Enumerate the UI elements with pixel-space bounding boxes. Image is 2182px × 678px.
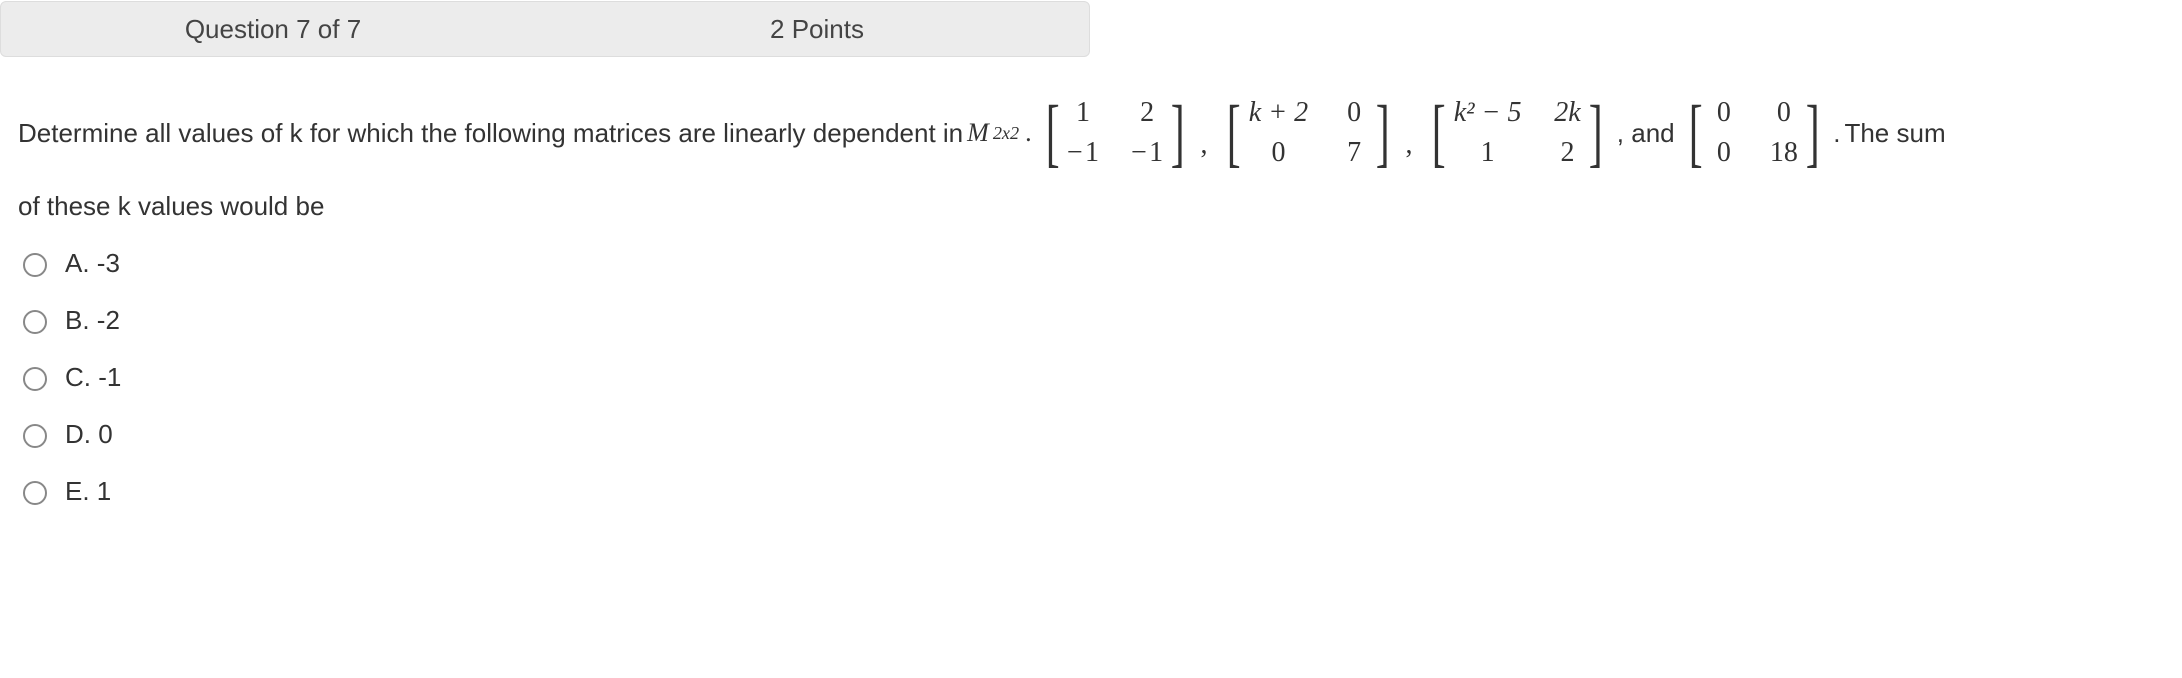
option-b-label: B. -2 (65, 305, 120, 336)
right-bracket-icon: ] (1589, 103, 1603, 163)
matrix-4: [ 0 0 0 18 ] (1683, 97, 1826, 169)
right-bracket-icon: ] (1171, 103, 1185, 163)
matrix-cell: 2k (1553, 97, 1581, 129)
option-e-radio[interactable] (23, 481, 47, 505)
matrix-2: [ k + 2 0 0 7 ] (1221, 97, 1395, 169)
matrix-cell: 7 (1340, 137, 1368, 169)
option-c-radio[interactable] (23, 367, 47, 391)
matrix-cell: 0 (1249, 137, 1308, 169)
right-bracket-icon: ] (1376, 103, 1390, 163)
matrix-cell: k² − 5 (1454, 97, 1522, 129)
matrix-cell: 0 (1770, 97, 1798, 129)
matrix-cell: 0 (1340, 97, 1368, 129)
space-symbol: M (967, 118, 989, 148)
matrix-cell: − 1 (1131, 137, 1163, 169)
question-tail: The sum (1844, 118, 1945, 149)
matrix-cell: 18 (1770, 137, 1798, 169)
option-a-label: A. -3 (65, 248, 120, 279)
matrix-cell: − 1 (1067, 137, 1099, 169)
question-points: 2 Points (545, 14, 1089, 45)
option-b[interactable]: B. -2 (18, 305, 2162, 336)
left-bracket-icon: [ (1045, 103, 1059, 163)
matrix-cell: 1 (1067, 97, 1099, 129)
option-e[interactable]: E. 1 (18, 476, 2162, 507)
and-text: , and (1617, 118, 1675, 149)
question-line-2: of these k values would be (18, 191, 2162, 222)
separator-comma: , (1405, 129, 1412, 169)
option-d[interactable]: D. 0 (18, 419, 2162, 450)
matrix-1: [ 1 2 − 1 − 1 ] (1040, 97, 1191, 169)
options-group: A. -3 B. -2 C. -1 D. 0 E. 1 (18, 248, 2162, 507)
space-dot: . (1025, 118, 1032, 148)
separator-comma: , (1200, 129, 1207, 169)
left-bracket-icon: [ (1432, 103, 1446, 163)
period: . (1833, 118, 1840, 149)
question-number: Question 7 of 7 (1, 14, 545, 45)
option-a[interactable]: A. -3 (18, 248, 2162, 279)
option-d-radio[interactable] (23, 424, 47, 448)
matrix-3: [ k² − 5 2k 1 2 ] (1426, 97, 1608, 169)
right-bracket-icon: ] (1806, 103, 1820, 163)
question-text-pre: Determine all values of k for which the … (18, 118, 963, 149)
left-bracket-icon: [ (1227, 103, 1241, 163)
option-e-label: E. 1 (65, 476, 111, 507)
question-body: Determine all values of k for which the … (0, 57, 2180, 507)
question-line-1: Determine all values of k for which the … (18, 97, 2162, 169)
matrix-cell: k + 2 (1249, 97, 1308, 129)
matrix-cell: 1 (1454, 137, 1522, 169)
matrix-cell: 0 (1710, 137, 1738, 169)
option-a-radio[interactable] (23, 253, 47, 277)
space-subscript: 2x2 (993, 123, 1019, 144)
left-bracket-icon: [ (1688, 103, 1702, 163)
option-b-radio[interactable] (23, 310, 47, 334)
option-c[interactable]: C. -1 (18, 362, 2162, 393)
matrix-cell: 0 (1710, 97, 1738, 129)
matrix-cell: 2 (1131, 97, 1163, 129)
option-d-label: D. 0 (65, 419, 113, 450)
matrix-cell: 2 (1553, 137, 1581, 169)
option-c-label: C. -1 (65, 362, 121, 393)
question-header: Question 7 of 7 2 Points (0, 1, 1090, 57)
